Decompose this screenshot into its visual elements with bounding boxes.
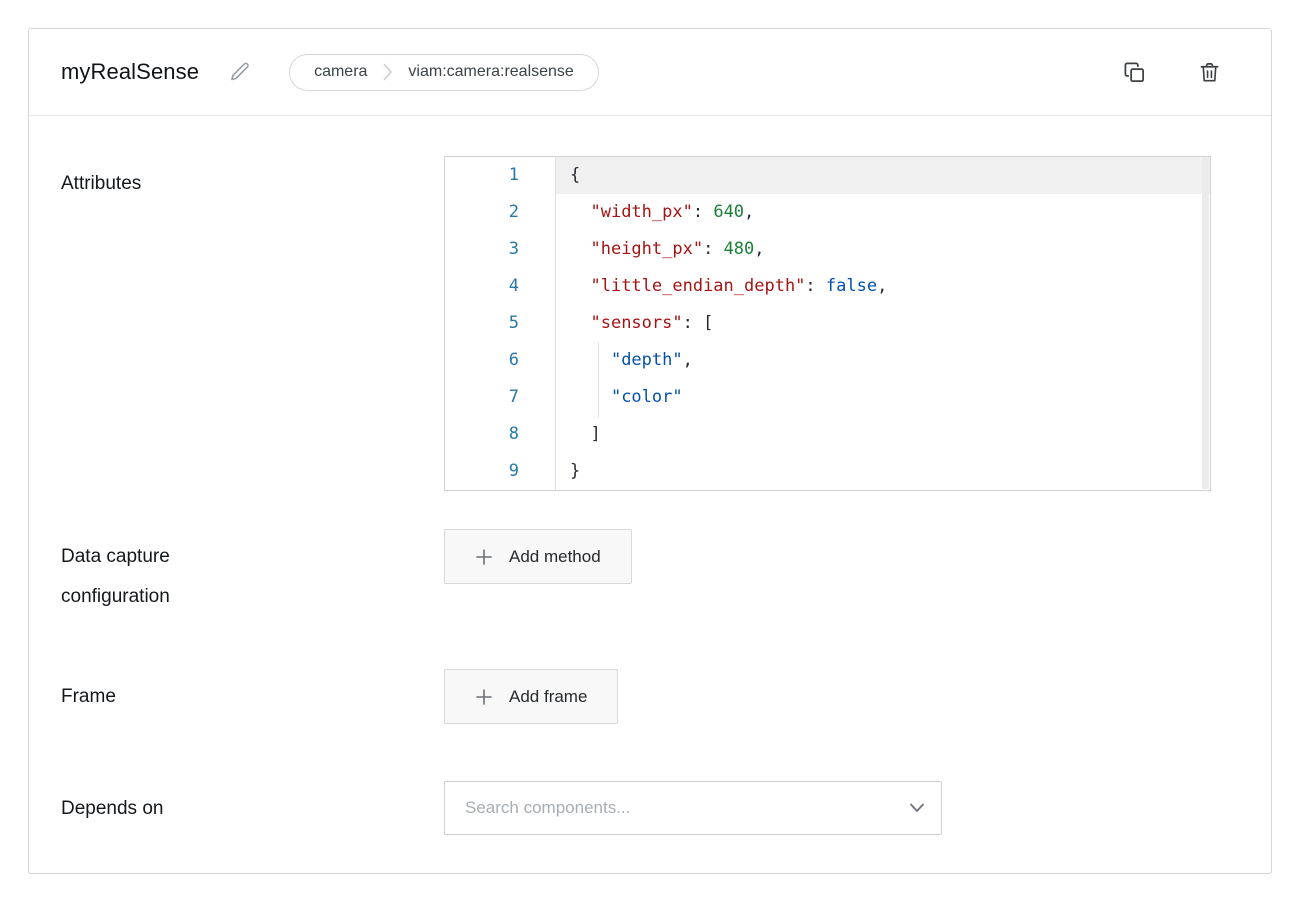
component-card: myRealSense camera viam:camera:realsense — [28, 28, 1272, 874]
code-line[interactable]: ] — [556, 416, 1210, 453]
chevron-right-icon — [383, 63, 392, 81]
component-type: camera — [314, 63, 367, 81]
depends-on-row: Depends on — [61, 781, 1239, 835]
code-line[interactable]: "height_px": 480, — [556, 231, 1210, 268]
pencil-icon — [229, 61, 251, 83]
line-number: 6 — [445, 342, 555, 379]
attributes-json-editor[interactable]: 123456789 { "width_px": 640, "height_px"… — [444, 156, 1211, 491]
add-method-label: Add method — [509, 547, 601, 567]
rename-button[interactable] — [227, 59, 253, 85]
plus-icon — [475, 548, 493, 566]
code-line[interactable]: { — [556, 157, 1210, 194]
component-name: myRealSense — [61, 59, 199, 85]
line-number: 2 — [445, 194, 555, 231]
header-actions — [1121, 59, 1223, 86]
add-method-button[interactable]: Add method — [444, 529, 632, 584]
attributes-row: Attributes 123456789 { "width_px": 640, … — [61, 156, 1239, 491]
indent-guide — [598, 342, 599, 418]
data-capture-row: Data capture configuration Add method — [61, 529, 1239, 617]
trash-icon — [1198, 61, 1221, 84]
duplicate-button[interactable] — [1121, 59, 1148, 86]
attributes-label: Attributes — [61, 156, 246, 204]
editor-gutter: 123456789 — [445, 157, 556, 490]
add-frame-button[interactable]: Add frame — [444, 669, 618, 724]
code-line[interactable]: } — [556, 453, 1210, 490]
add-frame-label: Add frame — [509, 687, 587, 707]
delete-button[interactable] — [1196, 59, 1223, 86]
line-number: 3 — [445, 231, 555, 268]
code-line[interactable]: "width_px": 640, — [556, 194, 1210, 231]
frame-row: Frame Add frame — [61, 669, 1239, 724]
duplicate-icon — [1123, 61, 1146, 84]
depends-on-combobox[interactable] — [444, 781, 942, 835]
data-capture-label: Data capture configuration — [61, 529, 246, 617]
card-header: myRealSense camera viam:camera:realsense — [29, 29, 1271, 116]
line-number: 7 — [445, 379, 555, 416]
line-number: 4 — [445, 268, 555, 305]
component-type-pill: camera viam:camera:realsense — [289, 54, 599, 91]
code-line[interactable]: "sensors": [ — [556, 305, 1210, 342]
line-number: 9 — [445, 453, 555, 490]
depends-on-label: Depends on — [61, 781, 246, 829]
line-number: 8 — [445, 416, 555, 453]
code-line[interactable]: "depth", — [556, 342, 1210, 379]
line-number: 1 — [445, 157, 555, 194]
line-number: 5 — [445, 305, 555, 342]
search-components-input[interactable] — [444, 781, 942, 835]
frame-label: Frame — [61, 669, 246, 717]
editor-scrollbar[interactable] — [1202, 158, 1209, 489]
editor-code[interactable]: { "width_px": 640, "height_px": 480, "li… — [556, 157, 1210, 490]
component-model: viam:camera:realsense — [408, 63, 573, 81]
card-body: Attributes 123456789 { "width_px": 640, … — [29, 116, 1271, 872]
code-line[interactable]: "little_endian_depth": false, — [556, 268, 1210, 305]
code-line[interactable]: "color" — [556, 379, 1210, 416]
plus-icon — [475, 688, 493, 706]
